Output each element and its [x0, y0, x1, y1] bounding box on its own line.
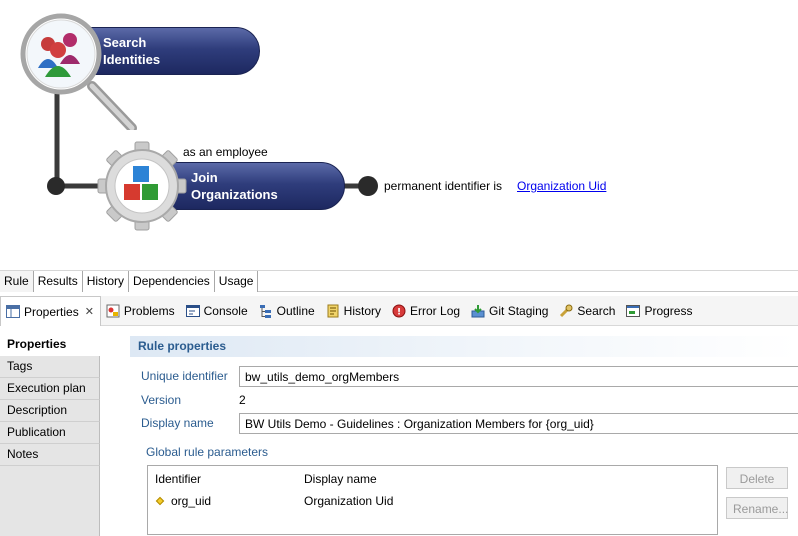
view-tab-git-staging[interactable]: Git Staging: [466, 296, 554, 326]
tab-usage[interactable]: Usage: [214, 271, 259, 292]
nav-description[interactable]: Description: [0, 400, 100, 422]
unique-identifier-field[interactable]: [239, 366, 798, 387]
section-title: Rule properties: [130, 336, 798, 357]
properties-icon: [5, 304, 21, 320]
tab-history[interactable]: History: [82, 271, 130, 292]
rename-button[interactable]: Rename...: [726, 497, 788, 519]
editor-tab-bar: Rule Results History Dependencies Usage: [0, 270, 798, 292]
view-tab-search-label: Search: [577, 303, 616, 318]
view-tab-console-label: Console: [203, 303, 248, 318]
view-tab-properties[interactable]: Properties ✕: [0, 295, 101, 327]
tab-dependencies[interactable]: Dependencies: [129, 271, 215, 292]
nav-properties[interactable]: Properties: [0, 334, 100, 356]
delete-button[interactable]: Delete: [726, 467, 788, 489]
view-tab-search[interactable]: Search: [554, 296, 621, 326]
problems-icon: [105, 303, 121, 319]
close-icon[interactable]: ✕: [85, 305, 94, 318]
unique-identifier-label: Unique identifier: [141, 369, 228, 383]
git-staging-icon: [470, 303, 486, 319]
view-tab-error-log-label: Error Log: [410, 303, 461, 318]
magnifier-users-icon: [20, 13, 137, 130]
join-node-title-line1: Join: [191, 170, 218, 185]
tab-rule[interactable]: Rule: [0, 271, 34, 292]
display-name-field[interactable]: [239, 413, 798, 434]
properties-view: Properties Tags Execution plan Descripti…: [0, 326, 798, 536]
join-input-port[interactable]: [47, 177, 65, 195]
nav-publication[interactable]: Publication: [0, 422, 100, 444]
nav-tags[interactable]: Tags: [0, 356, 100, 378]
version-value: 2: [239, 393, 246, 407]
view-tab-outline-label: Outline: [276, 303, 315, 318]
svg-text:!: !: [397, 307, 401, 317]
tab-results[interactable]: Results: [33, 271, 83, 292]
join-node-title-line2: Organizations: [191, 187, 278, 202]
nav-execution-plan[interactable]: Execution plan: [0, 378, 100, 400]
output-attribute-link[interactable]: Organization Uid: [517, 179, 606, 193]
view-tab-properties-label: Properties: [24, 304, 79, 319]
join-caption: as an employee: [183, 145, 268, 159]
table-row[interactable]: org_uid Organization Uid: [148, 490, 717, 510]
view-tab-problems[interactable]: Problems: [101, 296, 181, 326]
view-tab-error-log[interactable]: ! Error Log: [387, 296, 466, 326]
global-params-title: Global rule parameters: [146, 445, 269, 459]
properties-nav: Properties Tags Execution plan Descripti…: [0, 334, 100, 466]
param-display-name: Organization Uid: [304, 494, 394, 508]
column-header-display-name[interactable]: Display name: [304, 472, 377, 486]
nav-notes[interactable]: Notes: [0, 444, 100, 466]
view-tab-console[interactable]: Console: [181, 296, 254, 326]
view-tab-problems-label: Problems: [123, 303, 175, 318]
column-header-identifier[interactable]: Identifier: [155, 472, 201, 486]
outline-icon: [258, 303, 274, 319]
parameter-icon: [155, 496, 165, 506]
view-tab-history-label: History: [343, 303, 382, 318]
global-params-table: Identifier Display name org_uid Organiza…: [147, 465, 718, 535]
view-tab-progress[interactable]: Progress: [621, 296, 698, 326]
console-icon: [185, 303, 201, 319]
progress-icon: [625, 303, 641, 319]
view-tab-outline[interactable]: Outline: [254, 296, 321, 326]
gear-blocks-icon: [97, 141, 187, 231]
search-icon: [558, 303, 574, 319]
display-name-label: Display name: [141, 416, 214, 430]
output-label: permanent identifier is: [384, 179, 503, 193]
properties-nav-filler: [0, 466, 100, 536]
param-identifier: org_uid: [171, 494, 212, 508]
version-label: Version: [141, 393, 182, 407]
history-icon: [325, 303, 341, 319]
rule-diagram: Search Identities as an employee Join Or…: [0, 0, 798, 270]
view-tab-history[interactable]: History: [321, 296, 387, 326]
view-tab-progress-label: Progress: [644, 303, 693, 318]
error-log-icon: !: [391, 303, 407, 319]
view-tab-git-staging-label: Git Staging: [489, 303, 549, 318]
output-port[interactable]: [358, 176, 378, 196]
view-tab-bar: Properties ✕ Problems Console Outline Hi…: [0, 295, 798, 327]
